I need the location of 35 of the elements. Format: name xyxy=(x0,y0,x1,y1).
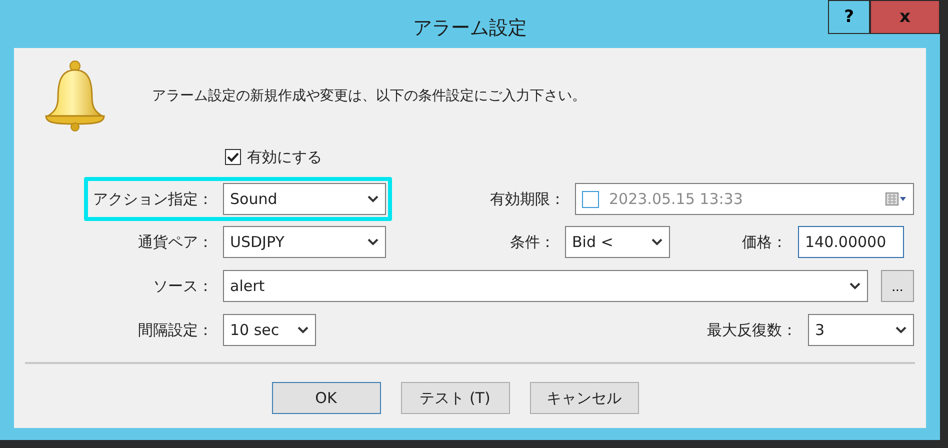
field-label: アクション指定： xyxy=(92,190,213,208)
chevron-down-icon xyxy=(367,238,379,246)
date-value: 2023.05.15 13:33 xyxy=(609,190,744,208)
dialog-button[interactable]: キャンセル xyxy=(530,382,638,414)
input-field[interactable]: 140.00000 xyxy=(798,226,904,258)
dialog-button[interactable]: OK xyxy=(272,382,380,414)
dropdown[interactable]: Sound xyxy=(223,183,386,215)
chevron-down-icon xyxy=(849,282,861,290)
chevron-down-icon xyxy=(895,326,907,334)
checkmark-icon xyxy=(227,152,239,162)
combo-box[interactable]: alert xyxy=(223,270,868,302)
field-label: 有効期限： xyxy=(489,190,565,208)
help-button[interactable]: ? xyxy=(828,0,870,34)
dropdown[interactable]: 10 sec xyxy=(223,314,316,346)
field-label: 最大反復数： xyxy=(706,320,797,340)
calendar-dropdown-icon xyxy=(885,192,907,206)
close-button[interactable]: x xyxy=(870,0,940,34)
field-label: 間隔設定： xyxy=(137,320,213,340)
chevron-down-icon xyxy=(297,326,309,334)
checkbox-label: 有効にする xyxy=(247,148,322,166)
field-label: ソース： xyxy=(152,276,213,296)
dropdown[interactable]: Bid < xyxy=(565,226,670,258)
browse-button[interactable]: ... xyxy=(881,270,914,302)
window-title: アラーム設定 xyxy=(413,16,527,40)
chevron-down-icon xyxy=(651,238,663,246)
instruction-text: アラーム設定の新規作成や変更は、以下の条件設定にご入力下さい。 xyxy=(152,87,586,105)
dropdown[interactable]: USDJPY xyxy=(223,226,386,258)
dropdown[interactable]: 3 xyxy=(808,314,914,346)
field-label: 条件： xyxy=(509,232,555,252)
field-label: 価格： xyxy=(741,232,787,252)
checkbox[interactable] xyxy=(225,149,241,165)
dialog-button[interactable]: テスト (T) xyxy=(400,382,510,414)
chevron-down-icon xyxy=(367,195,379,203)
checkbox[interactable] xyxy=(582,190,599,208)
field-label: 通貨ペア： xyxy=(137,232,213,252)
